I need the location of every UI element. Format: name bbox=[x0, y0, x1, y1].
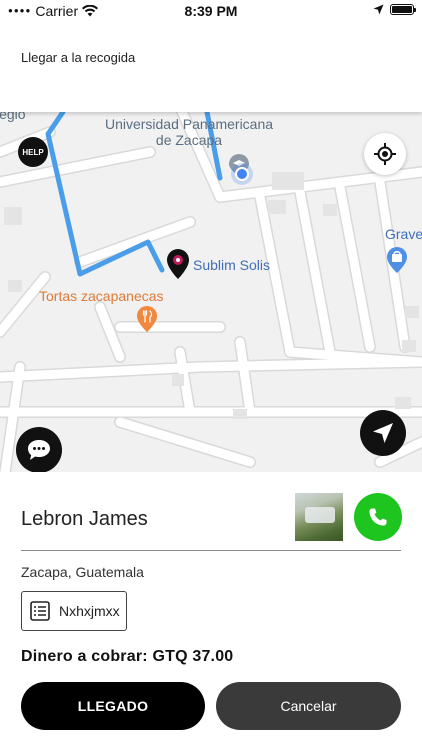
location-arrow-icon bbox=[373, 4, 384, 15]
amount-label: Dinero a cobrar: bbox=[21, 648, 148, 665]
trip-code-box[interactable]: Nxhxjmxx bbox=[21, 591, 127, 631]
amount-to-collect: Dinero a cobrar: GTQ 37.00 bbox=[21, 648, 233, 666]
pickup-location: Zacapa, Guatemala bbox=[21, 564, 144, 580]
navigate-button[interactable] bbox=[360, 410, 406, 456]
chat-icon bbox=[28, 440, 50, 460]
restaurant-pin-icon bbox=[137, 306, 157, 332]
header: Llegar a la recogida bbox=[0, 22, 422, 112]
map-label-sublim: Sublim Solis bbox=[193, 257, 271, 273]
user-location-dot bbox=[231, 163, 253, 185]
cancel-button[interactable]: Cancelar bbox=[216, 682, 401, 730]
map-label-tortas: Tortas zacapanecas bbox=[39, 288, 164, 304]
page-title: Llegar a la recogida bbox=[21, 50, 136, 65]
map-label-university: Universidad Panamericana de Zacapa bbox=[104, 116, 274, 148]
help-button[interactable]: HELP bbox=[18, 137, 48, 167]
list-icon bbox=[30, 601, 50, 621]
status-bar: ●●●● Carrier 8:39 PM bbox=[0, 0, 422, 22]
name-divider bbox=[21, 550, 401, 551]
passenger-avatar[interactable] bbox=[295, 493, 343, 541]
amount-value: GTQ 37.00 bbox=[152, 648, 234, 665]
navigation-icon bbox=[373, 423, 393, 443]
battery-icon bbox=[390, 4, 416, 15]
call-button[interactable] bbox=[354, 493, 402, 541]
chat-button[interactable] bbox=[16, 427, 62, 472]
locate-icon bbox=[374, 143, 396, 165]
phone-icon bbox=[369, 508, 387, 526]
trip-panel: Lebron James Zacapa, Guatemala Nxhxjmxx … bbox=[0, 472, 422, 750]
trip-code: Nxhxjmxx bbox=[59, 603, 120, 619]
status-time: 8:39 PM bbox=[184, 3, 238, 19]
store-pin-icon bbox=[387, 247, 407, 273]
arrived-button[interactable]: LLEGADO bbox=[21, 682, 205, 730]
locate-button[interactable] bbox=[364, 133, 406, 175]
map-view[interactable]: legio Universidad Panamericana de Zacapa… bbox=[0, 112, 422, 472]
status-right bbox=[373, 4, 416, 15]
passenger-name: Lebron James bbox=[21, 508, 148, 530]
help-icon: HELP bbox=[22, 147, 44, 157]
map-label-cut: legio bbox=[0, 112, 26, 122]
map-label-grave: Grave bbox=[385, 226, 422, 242]
pickup-pin-icon[interactable] bbox=[166, 248, 190, 280]
